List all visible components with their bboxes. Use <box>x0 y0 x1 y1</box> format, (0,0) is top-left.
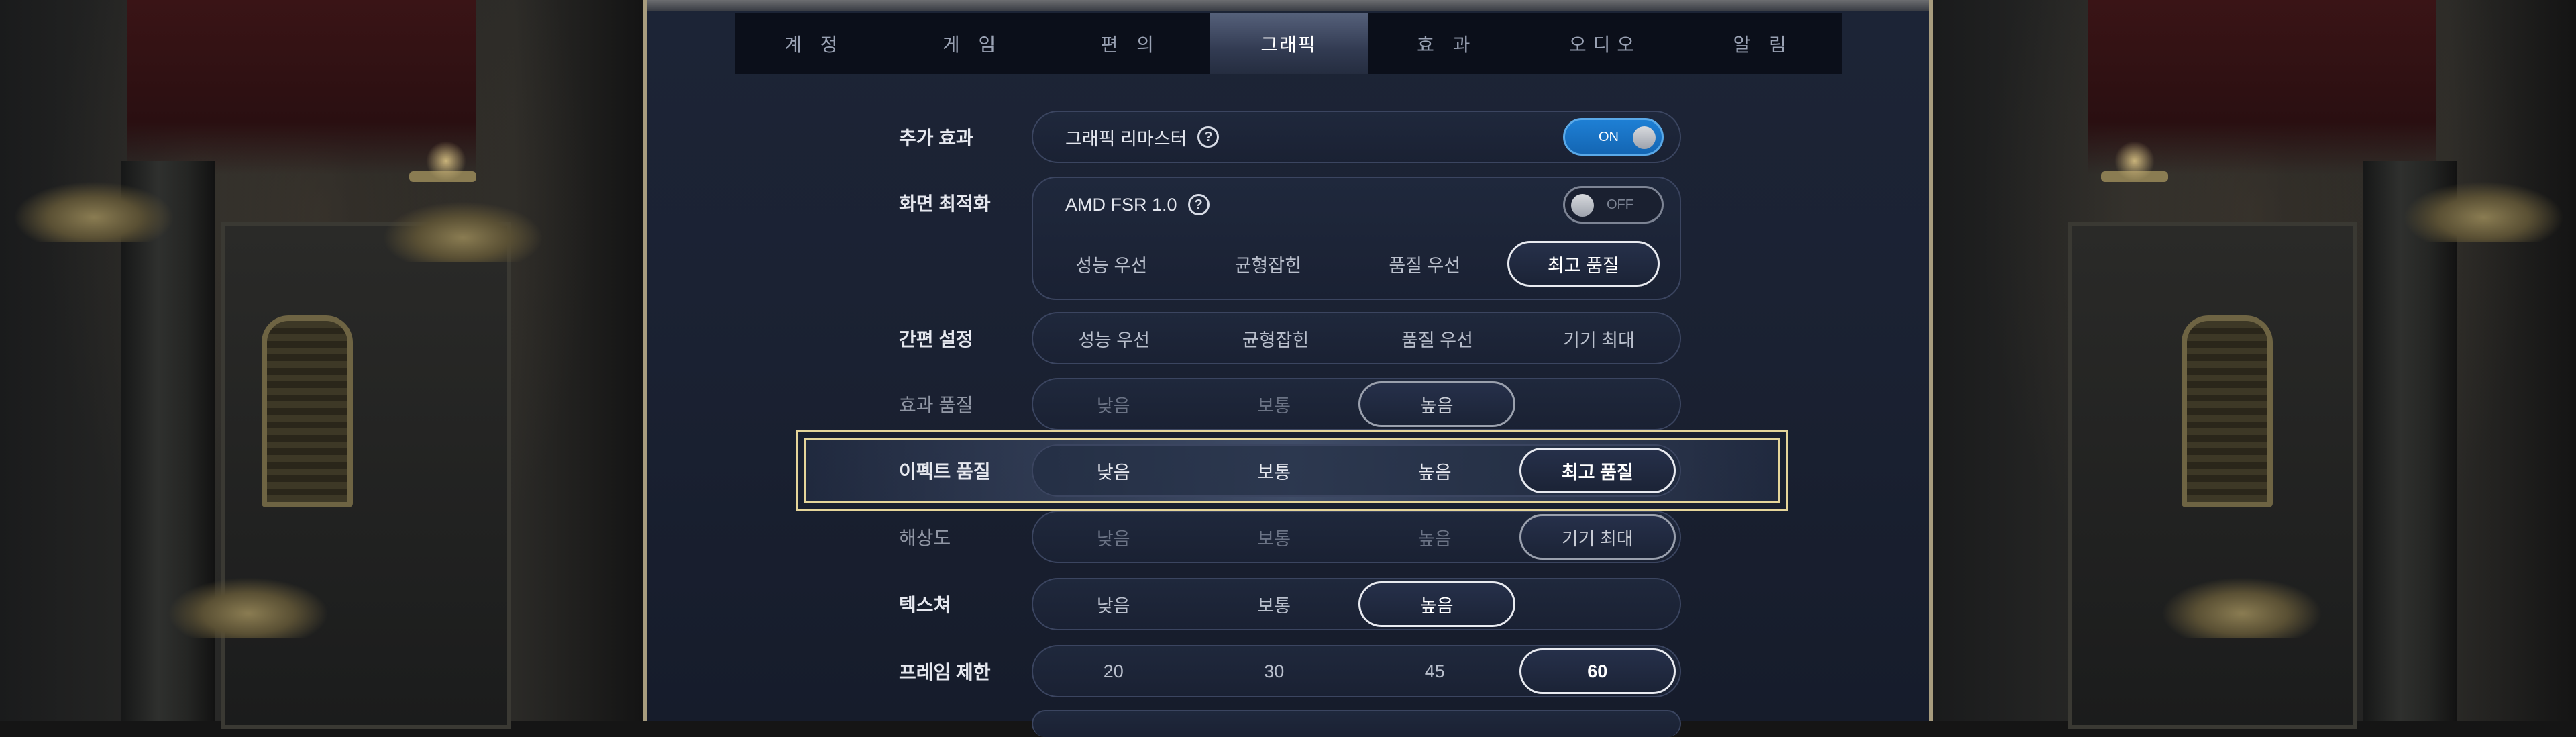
tab-notifications[interactable]: 알 림 <box>1684 13 1842 74</box>
toggle-knob <box>1633 126 1656 149</box>
next-row-box-partial <box>1032 710 1681 737</box>
frame-limit-45[interactable]: 45 <box>1358 648 1511 694</box>
eagle-statue <box>382 201 543 262</box>
screen-optimization-box: AMD FSR 1.0 ? OFF 성능 우선 균형잡힌 품질 우선 최고 품질 <box>1032 177 1681 300</box>
amd-fsr-label: AMD FSR 1.0 <box>1065 194 1177 215</box>
resolution-box: 낮음 보통 높음 기기 최대 <box>1032 511 1681 563</box>
resolution-device-max[interactable]: 기기 최대 <box>1519 514 1676 560</box>
eagle-statue <box>13 181 174 242</box>
candle-glow <box>2114 141 2155 181</box>
settings-tab-bar: 계 정 게 임 편 의 그래픽 효 과 오디오 알 림 <box>735 13 1842 74</box>
fsr-mode-performance[interactable]: 성능 우선 <box>1037 241 1186 287</box>
texture-high[interactable]: 높음 <box>1358 581 1515 627</box>
resolution-medium[interactable]: 보통 <box>1198 514 1351 560</box>
empty-slot <box>1523 581 1676 627</box>
ornament <box>2182 315 2273 507</box>
quick-setting-quality[interactable]: 품질 우선 <box>1360 315 1514 361</box>
background-left <box>0 0 643 729</box>
help-icon[interactable]: ? <box>1197 126 1220 148</box>
row-screen-optimization: 화면 최적화 AMD FSR 1.0 ? OFF 성능 우선 균형잡힌 품질 우… <box>647 175 1929 302</box>
empty-slot <box>1523 381 1676 427</box>
eagle-statue <box>2161 577 2322 638</box>
texture-low[interactable]: 낮음 <box>1037 581 1190 627</box>
row-label: 화면 최적화 <box>899 193 991 214</box>
texture-box: 낮음 보통 높음 <box>1032 578 1681 630</box>
fsr-mode-balanced[interactable]: 균형잡힌 <box>1194 241 1343 287</box>
quick-setting-performance[interactable]: 성능 우선 <box>1037 315 1191 361</box>
tab-game[interactable]: 게 임 <box>894 13 1052 74</box>
pillar <box>2363 161 2457 721</box>
row-extra-effects: 추가 효과 그래픽 리마스터 ? ON <box>647 109 1929 165</box>
resolution-low[interactable]: 낮음 <box>1037 514 1190 560</box>
fsr-mode-quality[interactable]: 품질 우선 <box>1350 241 1499 287</box>
curtain <box>127 0 476 175</box>
fx-quality-medium[interactable]: 보통 <box>1198 448 1351 493</box>
tab-convenience[interactable]: 편 의 <box>1051 13 1210 74</box>
row-label: 텍스쳐 <box>899 595 951 616</box>
graphic-remaster-toggle[interactable]: ON <box>1563 118 1664 156</box>
row-quick-settings: 간편 설정 성능 우선 균형잡힌 품질 우선 기기 최대 <box>647 310 1929 366</box>
texture-medium[interactable]: 보통 <box>1198 581 1351 627</box>
fx-quality-ultra[interactable]: 최고 품질 <box>1519 448 1676 493</box>
toggle-state: ON <box>1599 129 1619 144</box>
row-label: 해상도 <box>899 528 951 548</box>
background-right <box>1933 0 2576 729</box>
toggle-state: OFF <box>1607 197 1633 212</box>
eagle-statue <box>168 577 329 638</box>
settings-panel: 계 정 게 임 편 의 그래픽 효 과 오디오 알 림 추가 효과 그래픽 리마… <box>643 0 1933 737</box>
quick-setting-balanced[interactable]: 균형잡힌 <box>1199 315 1352 361</box>
amd-fsr-toggle[interactable]: OFF <box>1563 186 1664 224</box>
fx-quality-low[interactable]: 낮음 <box>1037 448 1190 493</box>
quick-setting-device-max[interactable]: 기기 최대 <box>1522 315 1676 361</box>
effect-quality-low[interactable]: 낮음 <box>1037 381 1190 427</box>
tab-account[interactable]: 계 정 <box>735 13 894 74</box>
row-label: 간편 설정 <box>899 329 973 350</box>
row-label: 프레임 제한 <box>899 662 991 683</box>
fx-quality-high[interactable]: 높음 <box>1358 448 1511 493</box>
frame-limit-30[interactable]: 30 <box>1198 648 1351 694</box>
help-icon[interactable]: ? <box>1187 194 1210 215</box>
frame-limit-box: 20 30 45 60 <box>1032 645 1681 697</box>
eagle-statue <box>2403 181 2564 242</box>
row-frame-limit: 프레임 제한 20 30 45 60 <box>647 643 1929 699</box>
fx-quality-box: 낮음 보통 높음 최고 품질 <box>1032 444 1681 497</box>
extra-effects-box: 그래픽 리마스터 ? ON <box>1032 111 1681 163</box>
candle-glow <box>426 141 466 181</box>
effect-quality-box: 낮음 보통 높음 <box>1032 378 1681 430</box>
row-label: 이펙트 품질 <box>899 461 991 482</box>
tab-graphics[interactable]: 그래픽 <box>1210 13 1368 74</box>
quick-settings-box: 성능 우선 균형잡힌 품질 우선 기기 최대 <box>1032 312 1681 364</box>
resolution-high[interactable]: 높음 <box>1358 514 1511 560</box>
graphic-remaster-label: 그래픽 리마스터 <box>1065 128 1187 149</box>
fsr-mode-ultra-quality[interactable]: 최고 품질 <box>1507 241 1660 287</box>
row-texture: 텍스쳐 낮음 보통 높음 <box>647 576 1929 632</box>
toggle-knob <box>1571 194 1594 217</box>
effect-quality-medium[interactable]: 보통 <box>1198 381 1351 427</box>
ornament <box>262 315 353 507</box>
tab-effects[interactable]: 효 과 <box>1368 13 1526 74</box>
row-label: 추가 효과 <box>899 128 973 148</box>
row-effect-quality: 효과 품질 낮음 보통 높음 <box>647 376 1929 432</box>
tab-audio[interactable]: 오디오 <box>1526 13 1684 74</box>
row-resolution: 해상도 낮음 보통 높음 기기 최대 <box>647 509 1929 565</box>
row-label: 효과 품질 <box>899 395 973 415</box>
effect-quality-high[interactable]: 높음 <box>1358 381 1515 427</box>
row-fx-quality: 이펙트 품질 낮음 보통 높음 최고 품질 <box>647 442 1929 499</box>
frame-limit-20[interactable]: 20 <box>1037 648 1190 694</box>
panel-top-frame <box>647 0 1929 11</box>
frame-limit-60[interactable]: 60 <box>1519 648 1676 694</box>
